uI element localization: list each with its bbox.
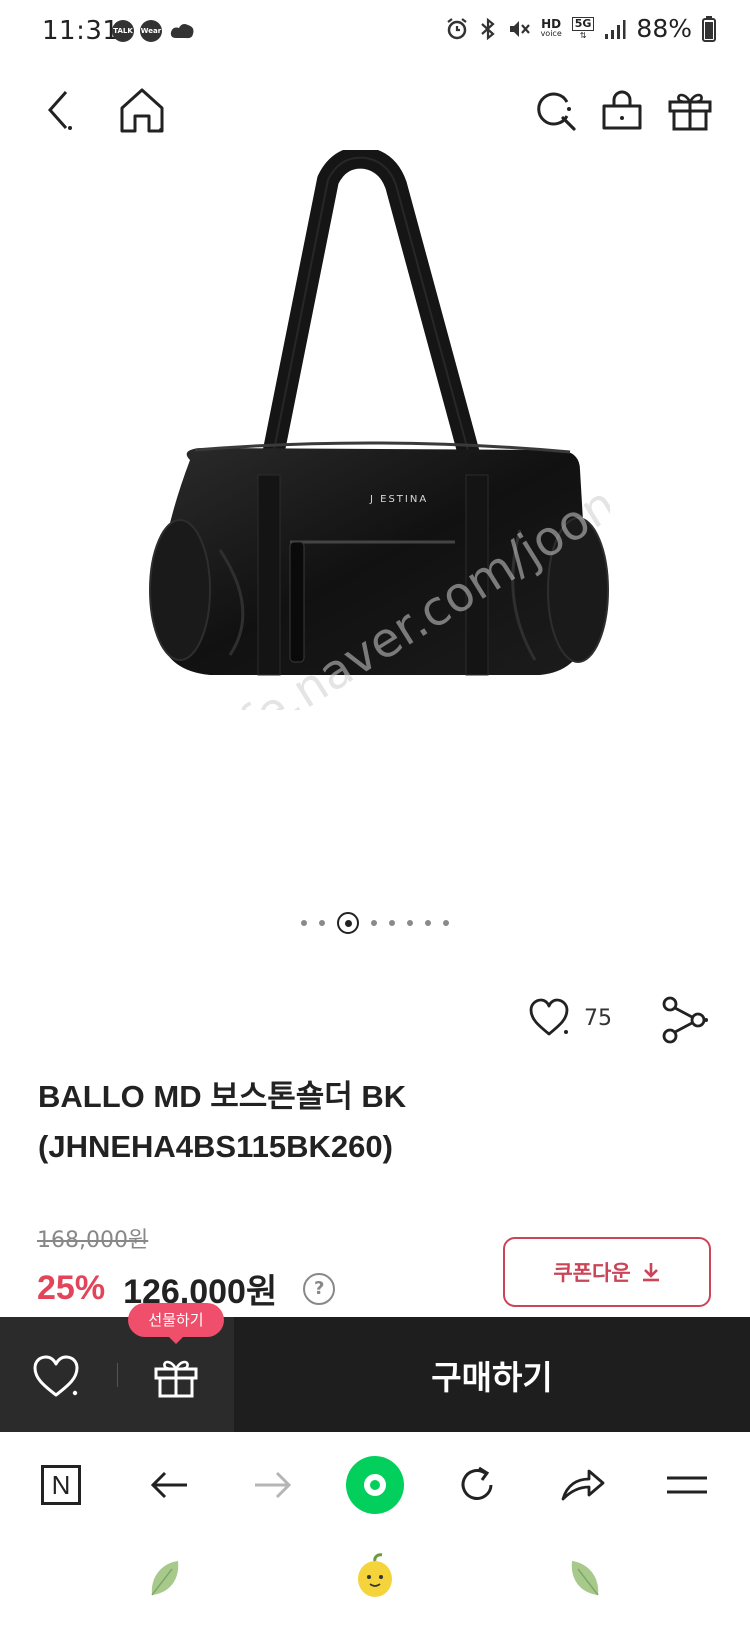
naver-home-button[interactable]: N: [26, 1452, 96, 1518]
gift-icon: [668, 93, 712, 131]
refresh-button[interactable]: [442, 1452, 512, 1518]
arrow-left-icon: [150, 1471, 187, 1499]
hd-voice-icon: HD voice: [540, 16, 562, 38]
coupon-download-button[interactable]: 쿠폰다운: [503, 1237, 711, 1307]
bluetooth-icon: [480, 17, 495, 40]
signal-icon: [605, 19, 626, 39]
green-dot-button[interactable]: [340, 1452, 410, 1518]
status-bar: 11:31 TALK Wear HD voice 5G ⇅ 88%: [0, 0, 750, 66]
price-help-icon[interactable]: ?: [303, 1272, 336, 1305]
share-page-button[interactable]: [548, 1452, 618, 1518]
home-icon: [120, 88, 164, 133]
page-dot[interactable]: [371, 920, 377, 926]
download-icon: [642, 1263, 659, 1282]
arrow-right-icon: [255, 1471, 292, 1499]
back-button[interactable]: [22, 70, 102, 150]
leaf-icon: [571, 1561, 599, 1596]
product-title: BALLO MD 보스톤숄더 BK (JHNEHA4BS115BK260): [38, 1072, 718, 1172]
page-dot[interactable]: [443, 920, 449, 926]
battery-percent: 88%: [636, 14, 692, 43]
gift-button[interactable]: [650, 70, 730, 150]
like-button[interactable]: 75: [528, 998, 612, 1038]
page-dot-active[interactable]: [337, 912, 359, 934]
alarm-icon: [446, 17, 467, 39]
bottom-decoration: [0, 1537, 750, 1625]
page-dot[interactable]: [319, 920, 325, 926]
naver-n-icon: N: [41, 1465, 81, 1505]
status-time: 11:31: [42, 16, 120, 46]
purchase-bar: 구매하기: [0, 1317, 750, 1432]
buy-button[interactable]: 구매하기: [234, 1317, 750, 1432]
gift-tooltip: 선물하기: [128, 1303, 224, 1344]
heart-outline-icon: [33, 1355, 79, 1397]
like-count: 75: [584, 1005, 612, 1031]
status-right: HD voice 5G ⇅ 88%: [445, 14, 716, 43]
battery-icon: [702, 15, 716, 42]
back-icon: [47, 91, 72, 130]
share-icon: [662, 996, 708, 1044]
lemon-icon: [358, 1553, 392, 1597]
product-title-line1: BALLO MD 보스톤숄더 BK: [38, 1079, 407, 1114]
page-dot[interactable]: [389, 920, 395, 926]
image-pagination: [0, 905, 750, 941]
cloud-icon: [170, 24, 194, 39]
home-button[interactable]: [102, 70, 182, 150]
search-icon: [537, 92, 576, 131]
divider: [117, 1363, 118, 1387]
mute-icon: [509, 20, 530, 37]
page-dot[interactable]: [407, 920, 413, 926]
product-title-line2: (JHNEHA4BS115BK260): [38, 1129, 393, 1164]
heart-icon: [529, 998, 569, 1036]
gift-purchase-button[interactable]: [146, 1347, 206, 1407]
brand-logo-text: J ESTINA: [369, 494, 428, 505]
top-navigation: [0, 70, 750, 150]
menu-button[interactable]: [652, 1452, 722, 1518]
leaf-icon: [151, 1561, 179, 1596]
forward-share-icon: [561, 1469, 605, 1501]
browser-navigation: N: [0, 1432, 750, 1537]
page-dot[interactable]: [301, 920, 307, 926]
gift-icon: [154, 1360, 198, 1398]
share-button[interactable]: [660, 996, 710, 1046]
wishlist-button[interactable]: [26, 1347, 86, 1407]
coupon-label: 쿠폰다운: [553, 1261, 631, 1285]
original-price: 168,000원: [37, 1228, 149, 1253]
discount-rate: 25%: [37, 1269, 106, 1307]
refresh-icon: [461, 1466, 493, 1500]
talk-badge-icon: TALK: [112, 20, 134, 42]
shopping-bag-icon: [602, 90, 642, 130]
naver-green-dot-icon: [346, 1456, 404, 1514]
wear-badge-icon: Wear: [140, 20, 162, 42]
page-dot[interactable]: [425, 920, 431, 926]
product-image: J ESTINA cafe.naver.com/joonggonara: [149, 150, 610, 710]
hamburger-menu-icon: [667, 1476, 707, 1494]
browser-forward-button[interactable]: [238, 1452, 308, 1518]
network-5g-icon: 5G ⇅: [571, 17, 595, 40]
browser-back-button[interactable]: [134, 1452, 204, 1518]
